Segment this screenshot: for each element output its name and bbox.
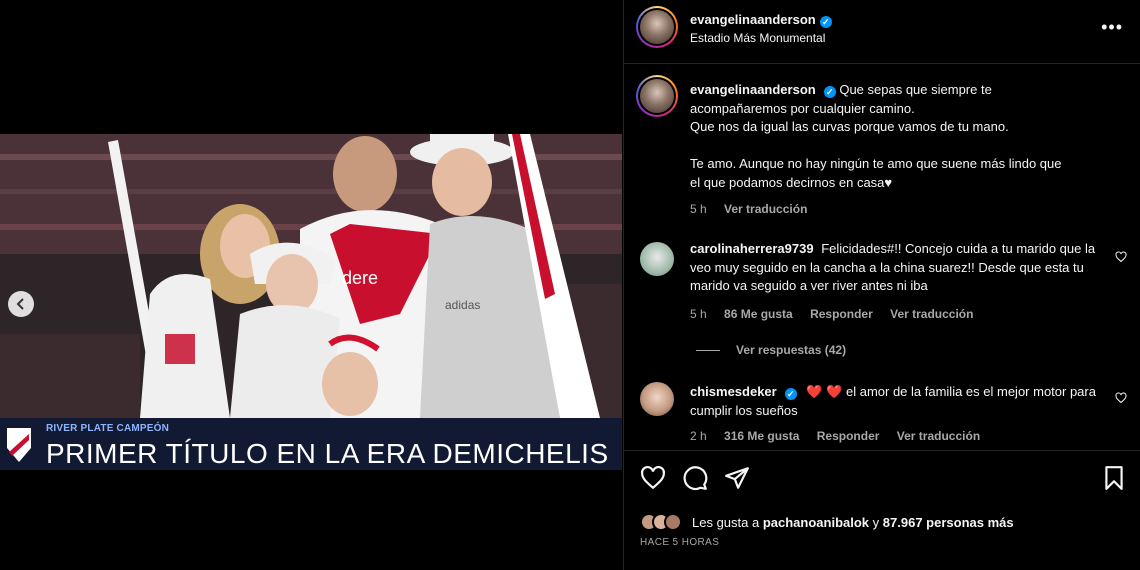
like-comment-heart-icon[interactable] xyxy=(1115,251,1127,263)
post-media: dere adidas RIVER PLATE CAMPEÓN PRIMER T… xyxy=(0,0,623,570)
comment-meta: 2 h 316 Me gusta Responder Ver traducció… xyxy=(690,429,994,443)
view-replies-label: Ver respuestas (42) xyxy=(736,343,847,357)
like-comment-heart-icon[interactable] xyxy=(1115,392,1127,404)
liker-avatar xyxy=(664,513,682,531)
commenter-username[interactable]: carolinaherrera9739 xyxy=(690,241,814,256)
post-timestamp[interactable]: HACE 5 HORAS xyxy=(640,537,719,548)
jersey-sponsor: dere xyxy=(342,268,378,288)
caption-time: 5 h xyxy=(690,202,707,216)
post-actions: Les gusta a pachanoanibalok y 87.967 per… xyxy=(624,450,1140,570)
caption-line: el que podamos decirnos en casa♥ xyxy=(690,174,893,190)
likes-summary[interactable]: Les gusta a pachanoanibalok y 87.967 per… xyxy=(640,512,1014,532)
svg-text:adidas: adidas xyxy=(445,298,480,312)
save-bookmark-icon[interactable] xyxy=(1101,465,1127,491)
replies-divider xyxy=(696,350,720,352)
reply-button[interactable]: Responder xyxy=(810,307,873,321)
comment-meta: 5 h 86 Me gusta Responder Ver traducción xyxy=(690,307,987,321)
commenter-avatar[interactable] xyxy=(640,242,674,276)
river-plate-crest-icon xyxy=(7,428,31,462)
author-avatar[interactable] xyxy=(636,6,678,48)
caption-meta: 5 h Ver traducción xyxy=(690,202,821,216)
likes-middle: y xyxy=(872,514,880,530)
verified-badge-icon: ✓ xyxy=(823,86,836,98)
comment-text: chismesdeker ✓ ❤️ ❤️ el amor de la famili… xyxy=(690,383,1110,420)
comment-text: carolinaherrera9739 Felicidades#!! Conce… xyxy=(690,240,1110,296)
news-banner: RIVER PLATE CAMPEÓN PRIMER TÍTULO EN LA … xyxy=(0,418,622,470)
banner-subtitle: RIVER PLATE CAMPEÓN xyxy=(46,423,170,434)
post-photo: dere adidas xyxy=(0,134,622,418)
caption-translate-link[interactable]: Ver traducción xyxy=(724,202,807,216)
comment-time: 5 h xyxy=(690,307,707,321)
likes-text: Les gusta a pachanoanibalok y 87.967 per… xyxy=(692,515,1014,530)
author-name-row: evangelinaanderson ✓ xyxy=(690,11,832,29)
verified-badge-icon: ✓ xyxy=(784,388,797,400)
caption-username[interactable]: evangelinaanderson xyxy=(690,82,816,97)
comment-likes-count[interactable]: 86 Me gusta xyxy=(724,307,793,321)
commenter-username[interactable]: chismesdeker xyxy=(690,384,777,399)
likes-user[interactable]: pachanoanibalok xyxy=(763,515,869,530)
caption-author-avatar[interactable] xyxy=(636,75,678,117)
caption-line: acompañaremos por cualquier camino. xyxy=(690,100,915,116)
like-heart-icon[interactable] xyxy=(640,465,666,491)
share-paper-plane-icon[interactable] xyxy=(724,465,750,491)
commenter-avatar[interactable] xyxy=(640,382,674,416)
comment-time: 2 h xyxy=(690,429,707,443)
comment-bubble-icon[interactable] xyxy=(682,465,708,491)
previous-media-button[interactable] xyxy=(8,291,34,317)
more-options-icon[interactable]: ••• xyxy=(1101,17,1123,38)
translate-link[interactable]: Ver traducción xyxy=(897,429,980,443)
likes-count[interactable]: 87.967 personas más xyxy=(883,515,1014,530)
heart-emojis: ❤️ ❤️ xyxy=(806,384,843,399)
banner-title: PRIMER TÍTULO EN LA ERA DEMICHELIS xyxy=(46,438,609,469)
caption-line: Te amo. Aunque no hay ningún te amo que … xyxy=(690,156,1062,171)
caption-text: evangelinaanderson ✓ Que sepas que siempr… xyxy=(690,81,1110,192)
chevron-left-icon xyxy=(16,298,24,310)
verified-badge-icon: ✓ xyxy=(819,16,832,28)
view-replies-link[interactable]: Ver respuestas (42) xyxy=(696,343,846,357)
translate-link[interactable]: Ver traducción xyxy=(890,307,973,321)
post-side-panel: evangelinaanderson ✓ Estadio Más Monument… xyxy=(623,0,1140,570)
caption-line: Que sepas que siempre te xyxy=(839,82,992,97)
likes-prefix: Les gusta a xyxy=(692,514,760,530)
post-header: evangelinaanderson ✓ Estadio Más Monument… xyxy=(624,0,1140,64)
comment-likes-count[interactable]: 316 Me gusta xyxy=(724,429,799,443)
author-username[interactable]: evangelinaanderson xyxy=(690,12,816,27)
post-location[interactable]: Estadio Más Monumental xyxy=(690,31,825,45)
reply-button[interactable]: Responder xyxy=(817,429,880,443)
caption-line: Que nos da igual las curvas porque vamos… xyxy=(690,119,1009,134)
